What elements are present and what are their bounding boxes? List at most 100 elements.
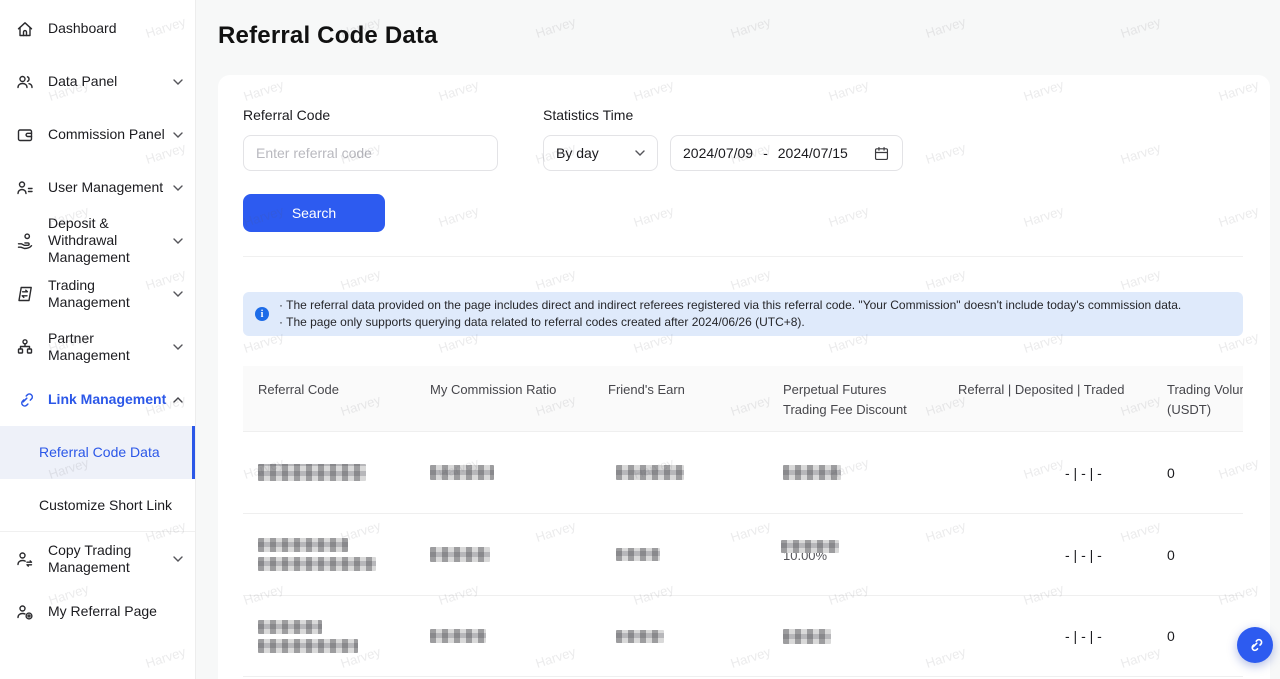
trading-volume-value: 0: [1152, 596, 1243, 676]
statistics-time-field: Statistics Time By day 2024/07/09 - 2024…: [543, 107, 903, 171]
sidebar-item-referral-code-data[interactable]: Referral Code Data: [0, 426, 195, 479]
column-header-fee-discount: Perpetual FuturesTrading Fee Discount: [768, 366, 943, 431]
chevron-down-icon: [173, 132, 183, 138]
trading-volume-value: 0: [1152, 514, 1243, 595]
sidebar-item-label: Data Panel: [48, 73, 170, 90]
referral-deposited-traded-value: - | - | -: [943, 514, 1152, 595]
home-icon: [14, 19, 36, 39]
divider: [243, 256, 1243, 257]
main-content: Referral Code Data Referral Code Statist…: [197, 0, 1280, 679]
info-icon: i: [255, 307, 269, 321]
date-end: 2024/07/15: [778, 145, 848, 161]
referral-deposited-traded-value: - | - | -: [943, 596, 1152, 676]
date-start: 2024/07/09: [683, 145, 753, 161]
sidebar-item-user-management[interactable]: User Management: [0, 161, 195, 214]
redacted-commission-ratio: [430, 465, 494, 480]
referral-code-field: Referral Code: [243, 107, 498, 171]
redacted-referral-code: [258, 620, 322, 634]
user-plus-icon: [14, 602, 36, 622]
search-button[interactable]: Search: [243, 194, 385, 232]
chevron-down-icon: [173, 291, 183, 297]
calendar-icon: [873, 145, 890, 162]
column-header-friends-earn: Friend's Earn: [593, 366, 768, 431]
sidebar-item-link-management[interactable]: Link Management: [0, 373, 195, 426]
trading-volume-value: 0: [1152, 432, 1243, 513]
sidebar-item-label: Referral Code Data: [39, 444, 180, 461]
period-select-value: By day: [556, 145, 635, 161]
user-list-icon: [14, 178, 36, 198]
link-icon: [1246, 636, 1264, 654]
sidebar-item-label: Commission Panel: [48, 126, 170, 143]
redacted-fee-discount: [783, 465, 841, 480]
column-header-referral-deposited-traded: Referral | Deposited | Traded: [943, 366, 1152, 431]
info-banner-line: · The referral data provided on the page…: [279, 297, 1181, 314]
fee-discount-value: 10.00%: [783, 547, 843, 563]
sidebar-item-my-referral-page[interactable]: My Referral Page: [0, 585, 195, 638]
referral-deposited-traded-value: - | - | -: [943, 432, 1152, 513]
table-row: 10.00% - | - | - 0: [243, 513, 1243, 595]
chevron-up-icon: [173, 397, 183, 403]
sidebar: Dashboard Data Panel Commission Panel: [0, 0, 196, 679]
content-card: Referral Code Statistics Time By day 202…: [218, 75, 1270, 679]
table-header-row: Referral Code My Commission Ratio Friend…: [243, 366, 1243, 431]
chevron-down-icon: [173, 79, 183, 85]
redacted-friends-earn: [616, 465, 684, 480]
org-chart-icon: [14, 337, 36, 357]
period-select[interactable]: By day: [543, 135, 658, 171]
redacted-referral-code: [258, 639, 358, 653]
sidebar-item-label: Trading Management: [48, 277, 170, 311]
referral-link-fab[interactable]: [1237, 627, 1273, 663]
referral-code-input[interactable]: [243, 135, 498, 171]
chevron-down-icon: [173, 344, 183, 350]
sidebar-item-copy-trading-management[interactable]: Copy Trading Management: [0, 532, 195, 585]
link-icon: [14, 390, 36, 410]
transfer-icon: [14, 284, 36, 304]
sidebar-item-label: My Referral Page: [48, 603, 170, 620]
users-icon: [14, 72, 36, 92]
date-separator: -: [763, 145, 768, 161]
sidebar-item-dashboard[interactable]: Dashboard: [0, 2, 195, 55]
filter-form: Referral Code Statistics Time By day 202…: [243, 107, 1243, 171]
sidebar-item-commission-panel[interactable]: Commission Panel: [0, 108, 195, 161]
redacted-fee-discount: [781, 540, 839, 553]
redacted-referral-code: [258, 464, 366, 481]
referral-code-label: Referral Code: [243, 107, 498, 123]
sidebar-item-trading-management[interactable]: Trading Management: [0, 267, 195, 320]
wallet-icon: [14, 125, 36, 145]
chevron-down-icon: [635, 150, 645, 156]
sidebar-item-label: Copy Trading Management: [48, 542, 170, 576]
sidebar-item-label: Link Management: [48, 391, 170, 408]
sidebar-item-label: Partner Management: [48, 330, 170, 364]
info-banner: i · The referral data provided on the pa…: [243, 292, 1243, 336]
sidebar-item-customize-short-link[interactable]: Customize Short Link: [0, 479, 195, 532]
redacted-commission-ratio: [430, 629, 486, 643]
info-banner-line: · The page only supports querying data r…: [279, 314, 1181, 331]
sidebar-item-data-panel[interactable]: Data Panel: [0, 55, 195, 108]
sidebar-item-label: User Management: [48, 179, 170, 196]
sidebar-item-label: Customize Short Link: [39, 497, 183, 514]
redacted-fee-discount: [783, 629, 831, 644]
hand-coin-icon: [14, 231, 36, 251]
chevron-down-icon: [173, 185, 183, 191]
chevron-down-icon: [173, 238, 183, 244]
redacted-friends-earn: [616, 548, 660, 561]
sidebar-item-partner-management[interactable]: Partner Management: [0, 320, 195, 373]
date-range-picker[interactable]: 2024/07/09 - 2024/07/15: [670, 135, 903, 171]
sidebar-item-label: Dashboard: [48, 20, 170, 37]
column-header-trading-volume: Trading Volume(USDT): [1152, 366, 1243, 431]
column-header-commission-ratio: My Commission Ratio: [415, 366, 593, 431]
redacted-commission-ratio: [430, 547, 490, 562]
statistics-time-label: Statistics Time: [543, 107, 903, 123]
redacted-referral-code: [258, 557, 376, 571]
copy-user-icon: [14, 549, 36, 569]
sidebar-item-label: Deposit & Withdrawal Management: [48, 215, 170, 266]
table-row: - | - | - 0: [243, 595, 1243, 677]
column-header-referral-code: Referral Code: [243, 366, 415, 431]
page-title: Referral Code Data: [197, 0, 1280, 50]
redacted-friends-earn: [616, 630, 664, 643]
sidebar-item-deposit-withdrawal[interactable]: Deposit & Withdrawal Management: [0, 214, 195, 267]
chevron-down-icon: [173, 556, 183, 562]
redacted-referral-code: [258, 538, 348, 552]
table-row: - | - | - 0: [243, 431, 1243, 513]
referral-table: Referral Code My Commission Ratio Friend…: [243, 366, 1243, 677]
